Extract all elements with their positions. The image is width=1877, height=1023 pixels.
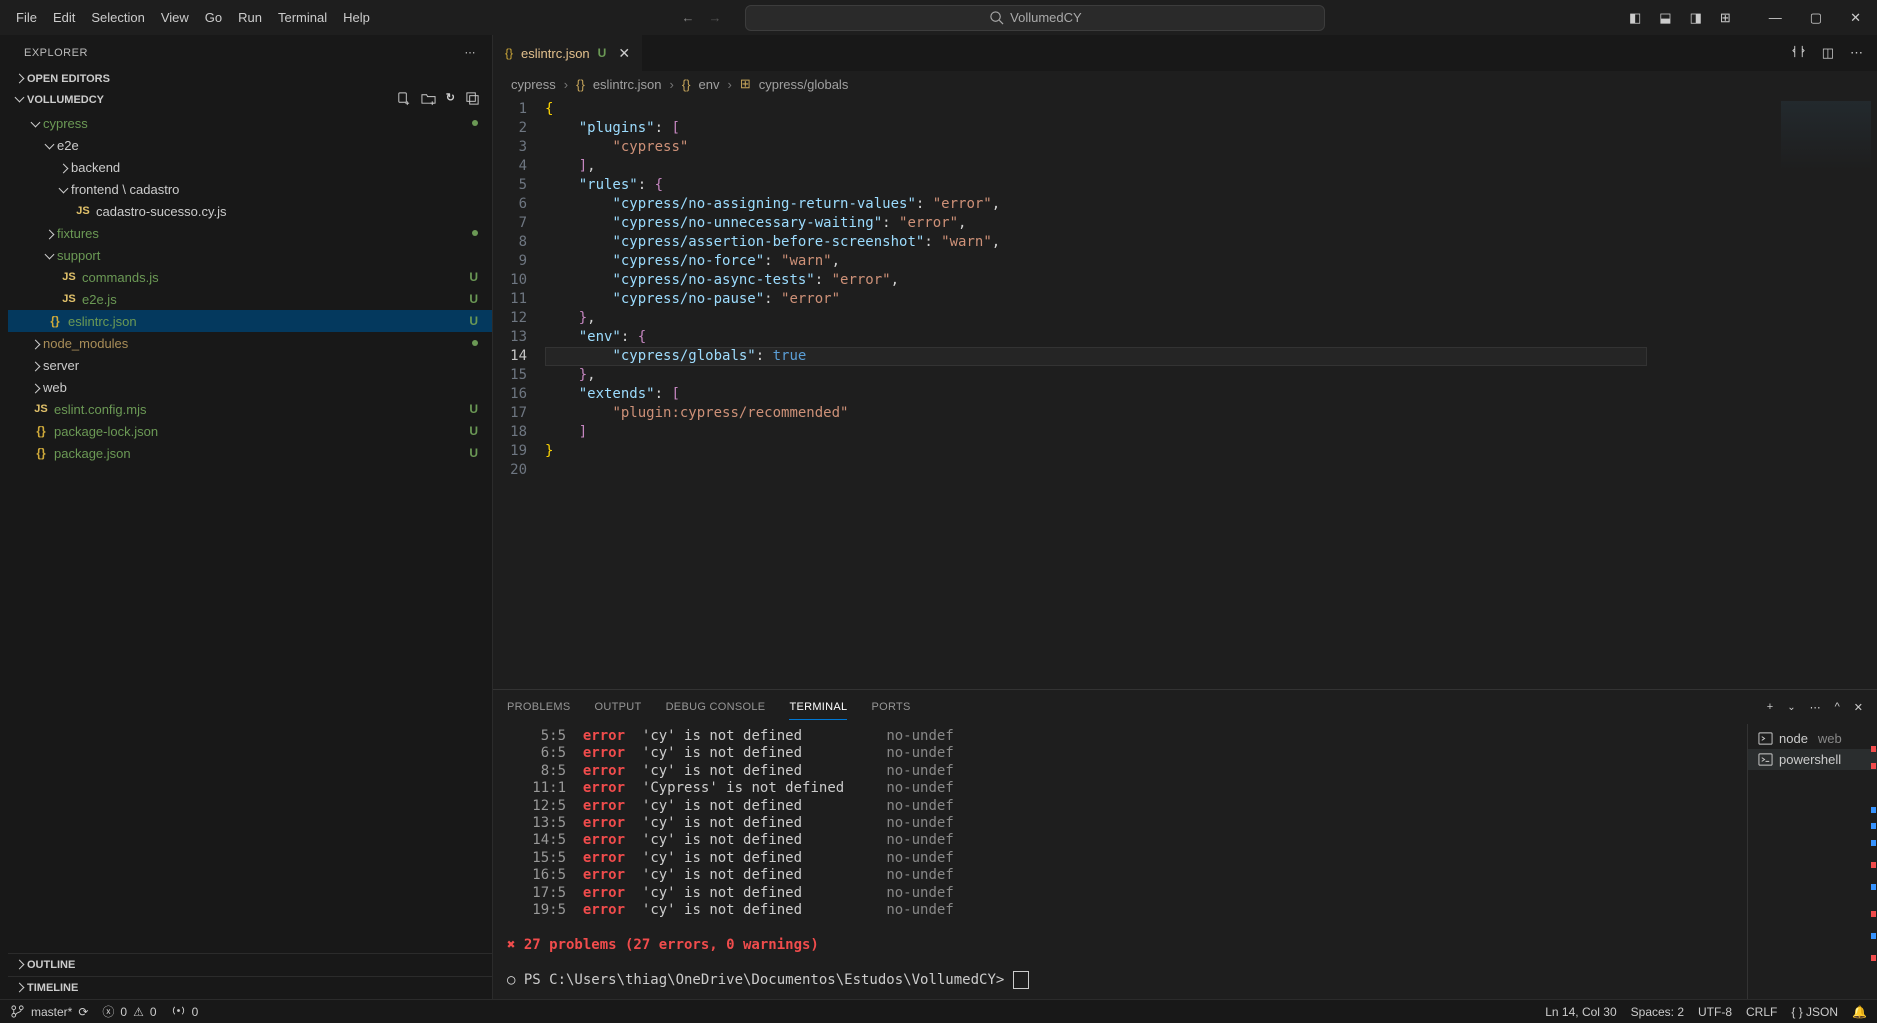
tab-git-badge: U <box>598 46 607 60</box>
close-icon[interactable]: ✕ <box>618 45 630 62</box>
minimap[interactable] <box>1767 97 1877 689</box>
folder-cypress[interactable]: cypress <box>8 112 492 134</box>
status-language[interactable]: { } JSON <box>1791 1005 1838 1019</box>
status-indent[interactable]: Spaces: 2 <box>1631 1005 1684 1019</box>
breadcrumb-item[interactable]: eslintrc.json <box>593 77 662 92</box>
search-text: VollumedCY <box>1010 10 1082 25</box>
folder-frontend-cadastro[interactable]: frontend \ cadastro <box>8 178 492 200</box>
status-cursor[interactable]: Ln 14, Col 30 <box>1545 1005 1616 1019</box>
status-branch[interactable]: master* ⟳ <box>10 1004 88 1019</box>
activity-bar <box>0 35 8 999</box>
more-icon[interactable]: ⋯ <box>465 46 477 59</box>
maximize-panel-icon[interactable]: ^ <box>1835 701 1840 713</box>
bell-icon: 🔔 <box>1852 1005 1867 1019</box>
status-problems[interactable]: ⓧ0 ⚠0 <box>102 1003 156 1020</box>
terminal-powershell[interactable]: powershell <box>1748 749 1877 770</box>
command-center[interactable]: VollumedCY <box>745 5 1325 31</box>
tab-filename: eslintrc.json <box>521 46 590 61</box>
new-terminal-icon[interactable]: + <box>1767 701 1773 713</box>
breadcrumb[interactable]: cypress›{}eslintrc.json›{}env›⊞cypress/g… <box>493 71 1877 97</box>
status-notifications[interactable]: 🔔 <box>1852 1005 1867 1019</box>
new-folder-icon[interactable] <box>421 91 436 109</box>
status-ports[interactable]: 0 <box>171 1003 199 1021</box>
editor-area: {} eslintrc.json U ✕ ◫ ⋯ cypress›{}eslin… <box>493 35 1877 999</box>
warning-count-icon: ⚠ <box>133 1005 144 1019</box>
file-tree: cypresse2ebackendfrontend \ cadastroJSca… <box>8 112 492 953</box>
tabs-row: {} eslintrc.json U ✕ ◫ ⋯ <box>493 35 1877 71</box>
radio-icon <box>171 1003 186 1021</box>
breadcrumb-item[interactable]: cypress/globals <box>759 77 849 92</box>
nav-back-icon[interactable]: ← <box>681 10 694 25</box>
json-icon: {} <box>505 46 513 60</box>
folder-e2e[interactable]: e2e <box>8 134 492 156</box>
maximize-icon[interactable]: ▢ <box>1810 10 1822 26</box>
terminal-list: nodewebpowershell <box>1747 724 1877 999</box>
panel-tab-ports[interactable]: PORTS <box>871 695 910 719</box>
explorer-title: EXPLORER <box>24 47 88 59</box>
menu-edit[interactable]: Edit <box>45 6 83 29</box>
tab-eslintrc[interactable]: {} eslintrc.json U ✕ <box>493 35 643 71</box>
terminal-node[interactable]: nodeweb <box>1748 728 1877 749</box>
menu-selection[interactable]: Selection <box>83 6 152 29</box>
section-timeline[interactable]: TIMELINE <box>8 976 492 999</box>
file-eslintrc-json[interactable]: {}eslintrc.jsonU <box>8 310 492 332</box>
layout-customize-icon[interactable]: ⊞ <box>1720 10 1731 26</box>
breadcrumb-item[interactable]: cypress <box>511 77 556 92</box>
folder-web[interactable]: web <box>8 376 492 398</box>
panel-tab-output[interactable]: OUTPUT <box>595 695 642 719</box>
file-e2e-js[interactable]: JSe2e.jsU <box>8 288 492 310</box>
menu-terminal[interactable]: Terminal <box>270 6 335 29</box>
panel-tab-debug-console[interactable]: DEBUG CONSOLE <box>666 695 766 719</box>
sidebar: EXPLORER ⋯ OPEN EDITORS VOLLUMEDCY ↻ cyp… <box>8 35 493 999</box>
panel-tabs: PROBLEMS OUTPUT DEBUG CONSOLE TERMINAL PORTS… <box>493 690 1877 724</box>
minimize-icon[interactable]: — <box>1769 10 1782 26</box>
menubar: FileEditSelectionViewGoRunTerminalHelp ←… <box>0 0 1877 35</box>
collapse-icon[interactable] <box>465 91 480 109</box>
menu-help[interactable]: Help <box>335 6 378 29</box>
layout-secondary-icon[interactable]: ◨ <box>1690 10 1702 26</box>
panel-tab-problems[interactable]: PROBLEMS <box>507 695 571 719</box>
panel: PROBLEMS OUTPUT DEBUG CONSOLE TERMINAL PORTS… <box>493 689 1877 999</box>
breadcrumb-item[interactable]: env <box>699 77 720 92</box>
refresh-icon[interactable]: ↻ <box>446 91 455 109</box>
nav-forward-icon[interactable]: → <box>708 10 721 25</box>
close-panel-icon[interactable]: ✕ <box>1854 701 1863 714</box>
file-eslint-config-mjs[interactable]: JSeslint.config.mjsU <box>8 398 492 420</box>
folder-fixtures[interactable]: fixtures <box>8 222 492 244</box>
split-editor-icon[interactable]: ◫ <box>1822 45 1834 61</box>
close-window-icon[interactable]: ✕ <box>1850 10 1861 26</box>
layout-primary-icon[interactable]: ◧ <box>1629 10 1641 26</box>
statusbar: master* ⟳ ⓧ0 ⚠0 0 Ln 14, Col 30 Spaces: … <box>0 999 1877 1023</box>
search-icon <box>989 10 1004 25</box>
menu-view[interactable]: View <box>153 6 197 29</box>
section-project[interactable]: VOLLUMEDCY ↻ <box>8 88 492 112</box>
file-package-lock-json[interactable]: {}package-lock.jsonU <box>8 420 492 442</box>
sync-icon[interactable]: ⟳ <box>78 1005 88 1019</box>
folder-node-modules[interactable]: node_modules <box>8 332 492 354</box>
compare-icon[interactable] <box>1791 44 1806 62</box>
folder-server[interactable]: server <box>8 354 492 376</box>
code-editor[interactable]: 1234567891011121314151617181920 { "plugi… <box>493 97 1877 689</box>
section-outline[interactable]: OUTLINE <box>8 953 492 976</box>
panel-tab-terminal[interactable]: TERMINAL <box>789 695 847 720</box>
layout-panel-icon[interactable]: ⬓ <box>1659 10 1671 26</box>
status-encoding[interactable]: UTF-8 <box>1698 1005 1732 1019</box>
menu-run[interactable]: Run <box>230 6 270 29</box>
terminal-more-icon[interactable]: ⋯ <box>1810 701 1821 714</box>
error-count-icon: ⓧ <box>102 1003 114 1020</box>
section-open-editors[interactable]: OPEN EDITORS <box>8 70 492 88</box>
file-package-json[interactable]: {}package.jsonU <box>8 442 492 464</box>
terminal-dropdown-icon[interactable]: ⌄ <box>1787 702 1795 713</box>
new-file-icon[interactable] <box>396 91 411 109</box>
status-eol[interactable]: CRLF <box>1746 1005 1777 1019</box>
folder-support[interactable]: support <box>8 244 492 266</box>
branch-icon <box>10 1004 25 1019</box>
terminal-output[interactable]: 5:5 error 'cy' is not defined no-undef 6… <box>493 724 1747 999</box>
file-cadastro-sucesso-cy-js[interactable]: JScadastro-sucesso.cy.js <box>8 200 492 222</box>
more-actions-icon[interactable]: ⋯ <box>1850 45 1863 61</box>
file-commands-js[interactable]: JScommands.jsU <box>8 266 492 288</box>
folder-backend[interactable]: backend <box>8 156 492 178</box>
menu-go[interactable]: Go <box>197 6 230 29</box>
menu-file[interactable]: File <box>8 6 45 29</box>
